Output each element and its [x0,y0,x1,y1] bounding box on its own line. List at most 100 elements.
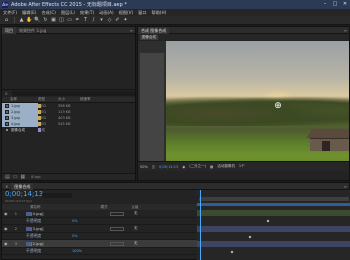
camera-snapshot-icon[interactable]: ◉ [182,165,185,169]
text-icon[interactable]: T [82,17,89,23]
menu-animation[interactable]: 动画(A) [99,10,114,16]
timeline-track-area[interactable] [197,190,350,260]
layer-row[interactable]: ◉ 2 [3.jpg] 无 [2,225,197,233]
column-type[interactable]: 类型 [38,97,58,102]
label-color-swatch[interactable] [38,128,41,132]
menu-edit[interactable]: 编辑(E) [22,10,36,16]
tab-composition[interactable]: 合成 图像合成 [138,26,170,34]
tab-timeline[interactable]: 图像合成 [11,182,34,190]
parent-select[interactable]: 无 [134,226,138,231]
active-camera-select[interactable]: 活动摄像机 [217,164,235,169]
rotate-icon[interactable]: ↻ [42,17,49,23]
label-color-swatch[interactable] [38,110,41,114]
view-layout-select[interactable]: 1个 [239,164,245,169]
timeline-timecode[interactable]: 0;00;14;13 [2,190,197,199]
snapshot-icon[interactable]: ◫ [152,165,155,169]
roto-icon[interactable]: ✐ [114,17,121,23]
parent-select[interactable]: 无 [134,241,138,246]
property-row[interactable]: 不透明度 0% [2,218,197,225]
blend-mode-select[interactable] [110,211,124,216]
layer-label-color[interactable] [26,241,31,246]
layer-label-color[interactable] [26,211,31,216]
eraser-icon[interactable]: ◇ [106,17,113,23]
menu-help[interactable]: 帮助(H) [152,10,167,16]
column-source-name[interactable]: 源名称 [30,205,41,210]
property-row[interactable]: 不透明度 100% [2,248,197,255]
bit-depth-toggle[interactable]: 8 bpc [31,175,41,179]
menu-file[interactable]: 文件(F) [3,10,17,16]
home-icon[interactable]: ⌂ [3,17,10,23]
layer-row[interactable]: ◉ 3 [2.jpg] 无 [2,240,197,248]
panel-menu-icon[interactable]: ≡ [344,28,347,33]
interpret-footage-icon[interactable]: ▤ [5,174,10,180]
layer-track[interactable] [197,226,350,232]
label-color-swatch[interactable] [38,122,41,126]
menu-layer[interactable]: 图层(L) [61,10,75,16]
keyframe-icon[interactable] [230,250,234,254]
keyframe-icon[interactable] [266,219,270,223]
label-color-swatch[interactable] [38,104,41,108]
layer-name[interactable]: [2.jpg] [31,241,43,246]
property-value[interactable]: 0% [72,219,78,223]
column-mode[interactable]: 模式 [101,205,108,210]
work-area-bar[interactable] [199,197,349,201]
close-button[interactable]: ✕ [340,0,350,9]
column-frame-rate[interactable]: 帧速率 [80,97,91,102]
current-time[interactable]: 0;00;14;13 [159,165,178,169]
property-row[interactable]: 不透明度 0% [2,233,197,240]
layer-row[interactable]: ◉ 1 [4.jpg] 无 [2,210,197,218]
brush-icon[interactable]: / [90,17,97,23]
minimize-button[interactable]: – [320,0,330,9]
grid-icon[interactable]: ▦ [210,165,213,169]
new-composition-icon[interactable]: ▦ [20,174,25,180]
panel-menu-icon[interactable]: ≡ [130,28,133,33]
layer-track[interactable] [197,210,350,216]
current-time-indicator[interactable] [200,190,201,260]
pen-icon[interactable]: ✒ [74,17,81,23]
column-parent[interactable]: 父级 [132,205,139,210]
tab-effect-controls[interactable]: 效果控件 3.jpg [16,27,49,34]
anchor-point-icon[interactable]: ⊕ [273,101,283,111]
composition-chip[interactable]: 图像合成 [140,34,158,40]
property-value[interactable]: 100% [72,249,82,253]
property-value[interactable]: 0% [72,234,78,238]
selection-icon[interactable]: ▲ [18,17,25,23]
rect-icon[interactable]: ▭ [66,17,73,23]
column-name[interactable]: 名称 [2,97,38,102]
camera-icon[interactable]: ▣ [50,17,57,23]
puppet-icon[interactable]: ✦ [122,17,129,23]
work-area-range[interactable] [197,203,350,206]
project-search-input[interactable] [11,91,135,96]
item-name-cell: 图像合成 [2,127,38,133]
menu-composition[interactable]: 合成(C) [41,10,56,16]
item-size: 403 KB [58,116,71,120]
hand-icon[interactable]: ✋ [26,17,33,23]
layer-name[interactable]: [3.jpg] [31,226,43,231]
new-folder-icon[interactable]: ▭ [13,174,18,180]
maximize-button[interactable]: □ [330,0,340,9]
image-file-icon [5,110,9,114]
zoom-icon[interactable]: 🔍 [34,17,41,23]
keyframe-icon[interactable] [248,235,252,239]
menu-view[interactable]: 视图(V) [119,10,134,16]
timeline-search-input[interactable] [42,193,72,198]
layer-track[interactable] [197,241,350,247]
layer-label-color[interactable] [26,226,31,231]
layer-name[interactable]: [4.jpg] [31,211,43,216]
resolution-select[interactable]: (二分之一) [189,164,206,169]
blend-mode-select[interactable] [110,226,124,231]
blend-mode-select[interactable] [110,241,124,246]
composition-viewer[interactable]: ⊕ 50% ◫ 0;00;14;13 ◉ (二分之一) ▦ 活动摄像机 1个 [138,41,349,171]
zoom-level[interactable]: 50% [140,165,148,169]
project-item[interactable]: 图像合成 合成 [2,127,135,133]
tab-project[interactable]: 项目 [2,26,16,34]
close-tab-icon[interactable]: ✕ [2,183,11,190]
menu-window[interactable]: 窗口 [138,10,146,16]
stamp-icon[interactable]: ▾ [98,17,105,23]
panel-menu-icon[interactable]: ≡ [344,184,347,189]
menu-effect[interactable]: 效果(T) [80,10,94,16]
pan-icon[interactable]: ◫ [58,17,65,23]
column-size[interactable]: 大小 [58,97,80,102]
label-color-swatch[interactable] [38,116,41,120]
parent-select[interactable]: 无 [134,211,138,216]
